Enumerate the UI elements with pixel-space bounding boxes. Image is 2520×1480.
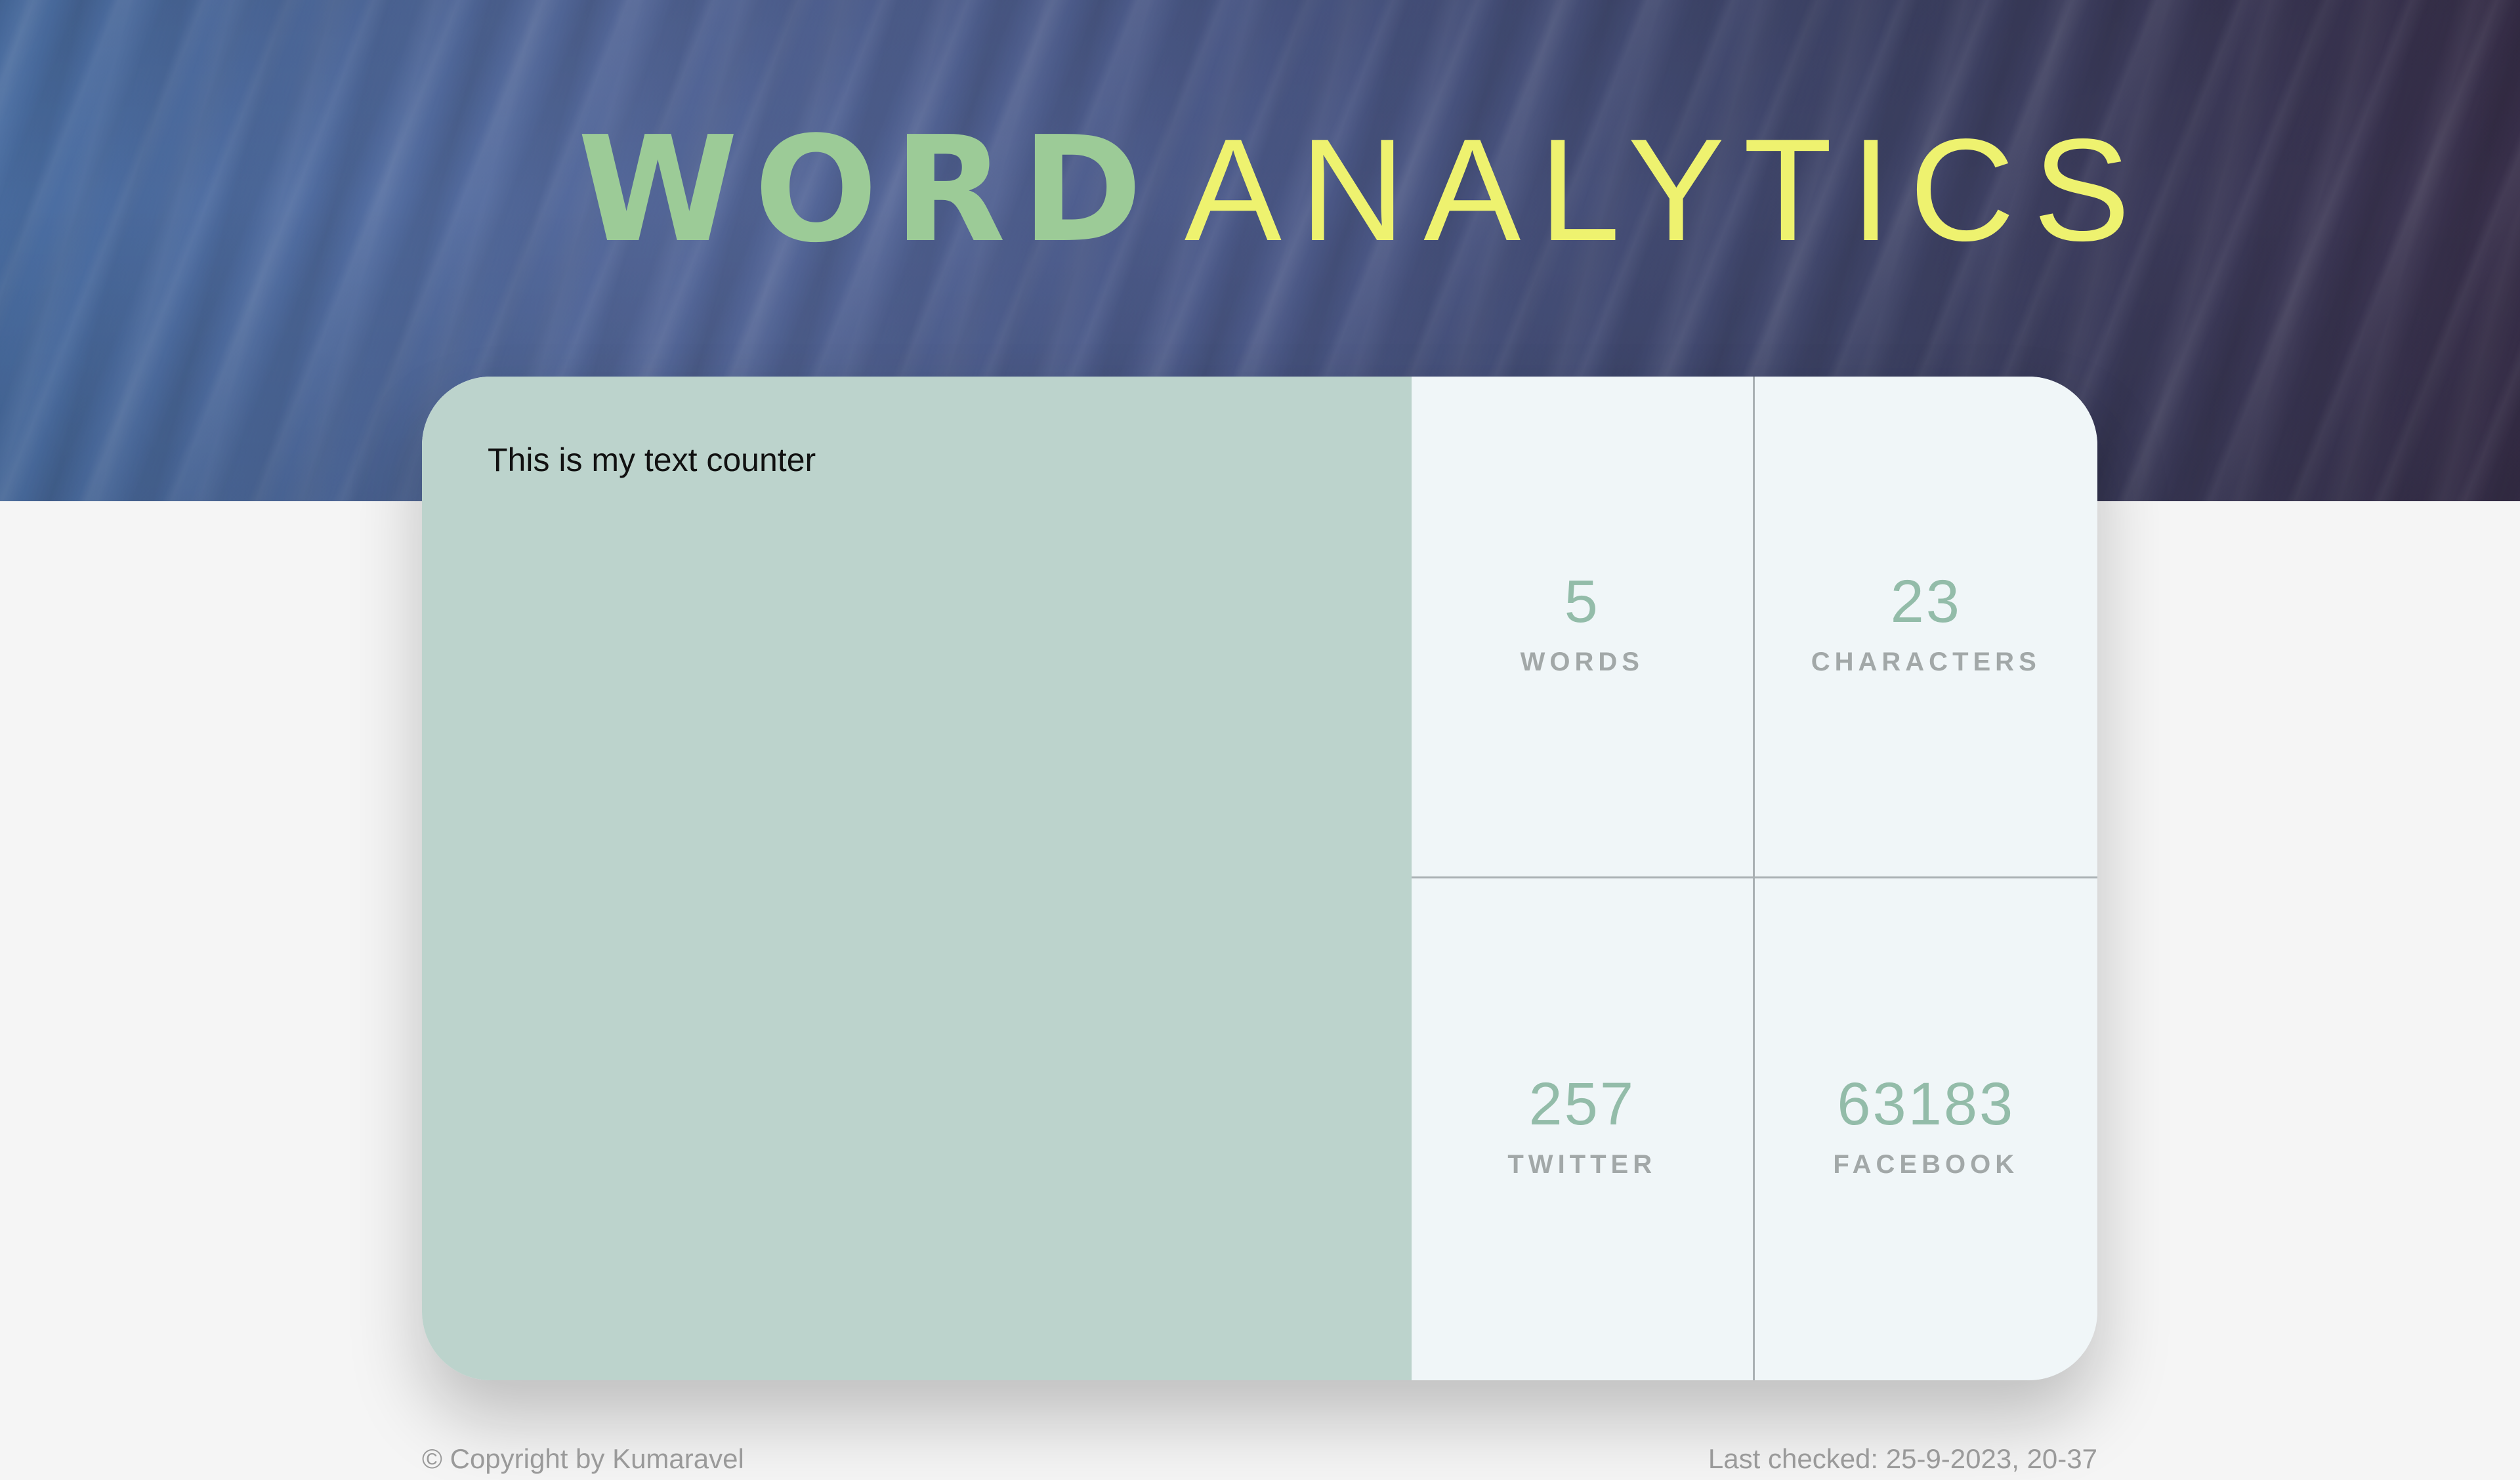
analytics-card: 5 WORDS 23 CHARACTERS 257 TWITTER 63183 … [422,377,2097,1380]
footer: © Copyright by Kumaravel Last checked: 2… [422,1443,2097,1475]
stat-words: 5 WORDS [1412,377,1755,878]
stat-characters-value: 23 [1890,567,1962,635]
page-title: WORD ANALYTICS [578,112,2149,269]
text-input[interactable] [422,377,1412,1380]
stat-words-label: WORDS [1520,647,1644,676]
stat-words-value: 5 [1564,567,1600,635]
title-light-word: ANALYTICS [1184,109,2149,272]
stat-twitter: 257 TWITTER [1412,878,1755,1380]
stat-twitter-label: TWITTER [1507,1150,1657,1179]
last-checked-text: Last checked: 25-9-2023, 20-37 [1708,1443,2097,1474]
title-bold-word: WORD [578,106,1158,275]
stat-characters: 23 CHARACTERS [1754,377,2097,878]
stat-facebook-value: 63183 [1837,1071,2015,1138]
stat-twitter-value: 257 [1528,1071,1635,1138]
stat-facebook: 63183 FACEBOOK [1755,878,2098,1380]
stat-facebook-label: FACEBOOK [1833,1150,2019,1179]
stat-characters-label: CHARACTERS [1811,647,2041,676]
stats-grid: 5 WORDS 23 CHARACTERS 257 TWITTER 63183 … [1412,377,2097,1380]
copyright-text: © Copyright by Kumaravel [422,1443,744,1474]
